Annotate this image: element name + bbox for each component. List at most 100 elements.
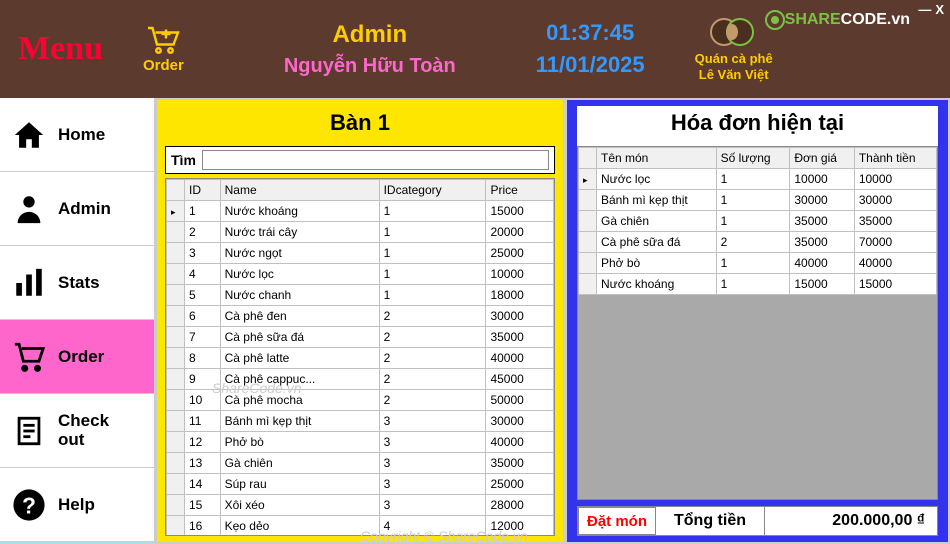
cell-name[interactable]: Cà phê sữa đá <box>597 232 717 253</box>
cell-qty[interactable]: 1 <box>716 169 790 190</box>
table-row[interactable]: 6Cà phê đen230000 <box>167 306 554 327</box>
cell-cat[interactable]: 3 <box>379 495 486 516</box>
cell-name[interactable]: Gà chiên <box>597 211 717 232</box>
table-row[interactable]: 13Gà chiên335000 <box>167 453 554 474</box>
cell-price[interactable]: 40000 <box>486 432 554 453</box>
cell-qty[interactable]: 1 <box>716 211 790 232</box>
cell-name[interactable]: Kẹo dẻo <box>220 516 379 537</box>
table-row[interactable]: 16Kẹo dẻo412000 <box>167 516 554 537</box>
table-row[interactable]: 7Cà phê sữa đá235000 <box>167 327 554 348</box>
cell-cat[interactable]: 4 <box>379 516 486 537</box>
cell-price[interactable]: 18000 <box>486 285 554 306</box>
nav-help[interactable]: ? Help <box>0 468 154 542</box>
cell-id[interactable]: 7 <box>185 327 221 348</box>
order-header-block[interactable]: Order <box>143 25 184 74</box>
cell-id[interactable]: 2 <box>185 222 221 243</box>
cell-cat[interactable]: 3 <box>379 474 486 495</box>
cell-name[interactable]: Nước lọc <box>220 264 379 285</box>
place-order-button[interactable]: Đặt món <box>578 507 656 535</box>
cell-cat[interactable]: 3 <box>379 411 486 432</box>
cell-id[interactable]: 8 <box>185 348 221 369</box>
menu-grid[interactable]: ID Name IDcategory Price 1Nước khoáng115… <box>165 178 555 536</box>
cell-price[interactable]: 15000 <box>790 274 854 295</box>
table-row[interactable]: Gà chiên13500035000 <box>579 211 937 232</box>
cell-cat[interactable]: 1 <box>379 222 486 243</box>
table-row[interactable]: 4Nước lọc110000 <box>167 264 554 285</box>
cell-name[interactable]: Bánh mì kẹp thịt <box>220 411 379 432</box>
cell-name[interactable]: Phở bò <box>597 253 717 274</box>
cell-name[interactable]: Xôi xéo <box>220 495 379 516</box>
table-row[interactable]: Nước khoáng11500015000 <box>579 274 937 295</box>
nav-home[interactable]: Home <box>0 98 154 172</box>
cell-price[interactable]: 20000 <box>486 222 554 243</box>
cell-id[interactable]: 13 <box>185 453 221 474</box>
table-row[interactable]: 8Cà phê latte240000 <box>167 348 554 369</box>
cell-cat[interactable]: 1 <box>379 243 486 264</box>
cell-price[interactable]: 50000 <box>486 390 554 411</box>
search-input[interactable] <box>202 150 549 170</box>
cell-name[interactable]: Cà phê đen <box>220 306 379 327</box>
nav-order[interactable]: Order <box>0 320 154 394</box>
cell-cat[interactable]: 2 <box>379 390 486 411</box>
cell-name[interactable]: Cà phê latte <box>220 348 379 369</box>
cell-price[interactable]: 30000 <box>790 190 854 211</box>
cell-total[interactable]: 40000 <box>854 253 936 274</box>
col-line-total[interactable]: Thành tiền <box>854 148 936 169</box>
cell-name[interactable]: Nước khoáng <box>597 274 717 295</box>
col-qty[interactable]: Số lượng <box>716 148 790 169</box>
cell-price[interactable]: 35000 <box>486 327 554 348</box>
col-price[interactable]: Price <box>486 180 554 201</box>
table-row[interactable]: 14Súp rau325000 <box>167 474 554 495</box>
cell-id[interactable]: 3 <box>185 243 221 264</box>
cell-id[interactable]: 14 <box>185 474 221 495</box>
table-row[interactable]: 12Phở bò340000 <box>167 432 554 453</box>
cell-total[interactable]: 30000 <box>854 190 936 211</box>
col-category[interactable]: IDcategory <box>379 180 486 201</box>
cell-id[interactable]: 5 <box>185 285 221 306</box>
cell-price[interactable]: 25000 <box>486 474 554 495</box>
nav-admin[interactable]: Admin <box>0 172 154 246</box>
cell-price[interactable]: 15000 <box>486 201 554 222</box>
cell-id[interactable]: 16 <box>185 516 221 537</box>
table-row[interactable]: 10Cà phê mocha250000 <box>167 390 554 411</box>
cell-id[interactable]: 11 <box>185 411 221 432</box>
cell-id[interactable]: 6 <box>185 306 221 327</box>
cell-cat[interactable]: 1 <box>379 264 486 285</box>
invoice-grid[interactable]: Tên món Số lượng Đơn giá Thành tiền Nước… <box>577 146 938 500</box>
table-row[interactable]: Phở bò14000040000 <box>579 253 937 274</box>
cell-id[interactable]: 10 <box>185 390 221 411</box>
col-id[interactable]: ID <box>185 180 221 201</box>
cell-price[interactable]: 25000 <box>486 243 554 264</box>
table-row[interactable]: 2Nước trái cây120000 <box>167 222 554 243</box>
table-row[interactable]: 15Xôi xéo328000 <box>167 495 554 516</box>
cell-total[interactable]: 10000 <box>854 169 936 190</box>
cell-name[interactable]: Nước trái cây <box>220 222 379 243</box>
col-item-name[interactable]: Tên món <box>597 148 717 169</box>
table-row[interactable]: 11Bánh mì kẹp thịt330000 <box>167 411 554 432</box>
cell-name[interactable]: Bánh mì kẹp thịt <box>597 190 717 211</box>
col-name[interactable]: Name <box>220 180 379 201</box>
cell-price[interactable]: 40000 <box>486 348 554 369</box>
cell-price[interactable]: 10000 <box>486 264 554 285</box>
cell-qty[interactable]: 1 <box>716 274 790 295</box>
cell-name[interactable]: Phở bò <box>220 432 379 453</box>
cell-total[interactable]: 35000 <box>854 211 936 232</box>
cell-price[interactable]: 10000 <box>790 169 854 190</box>
cell-cat[interactable]: 1 <box>379 201 486 222</box>
cell-cat[interactable]: 2 <box>379 327 486 348</box>
cell-qty[interactable]: 2 <box>716 232 790 253</box>
cell-total[interactable]: 70000 <box>854 232 936 253</box>
minimize-button[interactable]: — <box>918 2 931 17</box>
cell-qty[interactable]: 1 <box>716 190 790 211</box>
cell-name[interactable]: Nước chanh <box>220 285 379 306</box>
table-row[interactable]: Bánh mì kẹp thịt13000030000 <box>579 190 937 211</box>
cell-name[interactable]: Cà phê mocha <box>220 390 379 411</box>
nav-stats[interactable]: Stats <box>0 246 154 320</box>
nav-checkout[interactable]: Checkout <box>0 394 154 468</box>
col-unit-price[interactable]: Đơn giá <box>790 148 854 169</box>
cell-id[interactable]: 15 <box>185 495 221 516</box>
cell-name[interactable]: Cà phê cappuc... <box>220 369 379 390</box>
cell-price[interactable]: 12000 <box>486 516 554 537</box>
table-row[interactable]: 9Cà phê cappuc...245000 <box>167 369 554 390</box>
cell-cat[interactable]: 2 <box>379 306 486 327</box>
